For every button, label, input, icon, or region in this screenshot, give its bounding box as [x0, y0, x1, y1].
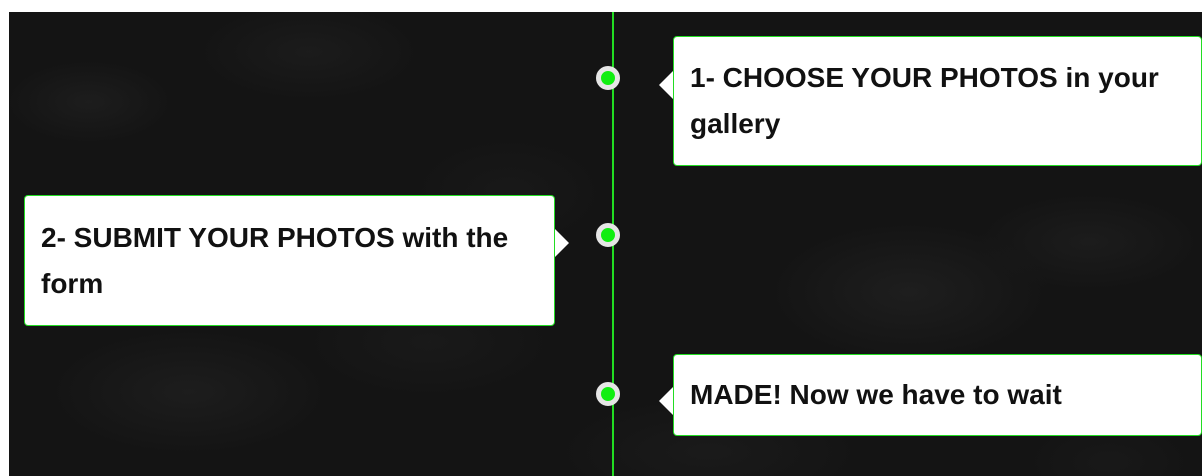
timeline-card-step-2: 2- SUBMIT YOUR PHOTOS with the form [24, 195, 555, 326]
timeline-dot-step-1 [596, 66, 620, 90]
timeline-dot-step-3 [596, 382, 620, 406]
timeline-card-step-1: 1- CHOOSE YOUR PHOTOS in your gallery [673, 36, 1202, 166]
card-pointer-step-1 [659, 71, 673, 99]
step-2-text: 2- SUBMIT YOUR PHOTOS with the form [41, 221, 509, 299]
timeline-dot-step-2 [596, 223, 620, 247]
card-pointer-step-3 [659, 387, 673, 415]
card-pointer-step-2 [555, 229, 569, 257]
timeline-section: 1- CHOOSE YOUR PHOTOS in your gallery 2-… [9, 12, 1202, 476]
step-1-text: 1- CHOOSE YOUR PHOTOS in your gallery [690, 62, 1159, 139]
step-3-text: MADE! Now we have to wait [690, 379, 1062, 410]
timeline-card-step-3: MADE! Now we have to wait [673, 354, 1202, 436]
